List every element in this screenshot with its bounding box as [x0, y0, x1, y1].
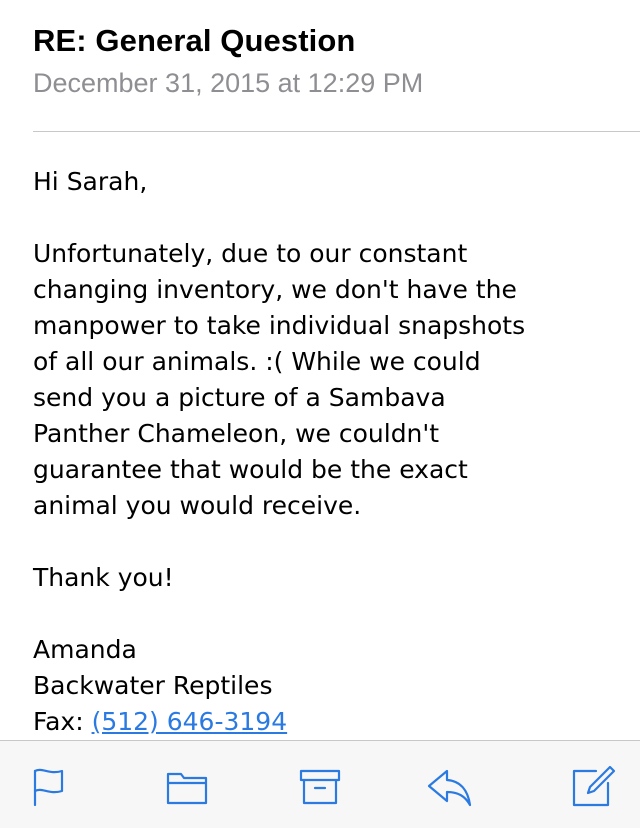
folder-icon — [166, 772, 208, 805]
compose-icon — [572, 765, 616, 807]
body-line: send you a picture of a Sambava — [33, 383, 446, 412]
email-header: RE: General Question December 31, 2015 a… — [33, 22, 613, 100]
email-subject: RE: General Question — [33, 23, 356, 58]
flag-icon — [33, 768, 64, 807]
body-line: of all our animals. :( While we could — [33, 347, 481, 376]
body-line: Unfortunately, due to our constant — [33, 239, 468, 268]
body-line: animal you would receive. — [33, 491, 362, 520]
flag-button[interactable] — [26, 763, 72, 809]
fax-phone-link[interactable]: (512) 646-3194 — [92, 707, 288, 736]
body-line: changing inventory, we don't have the — [33, 275, 517, 304]
reply-icon — [427, 769, 472, 807]
email-date: December 31, 2015 at 12:29 PM — [33, 68, 424, 98]
closing-line: Thank you! — [33, 563, 174, 592]
signature-fax: Fax: (512) 646-3194 — [33, 704, 623, 740]
bottom-toolbar — [0, 740, 640, 828]
archive-icon — [299, 769, 341, 805]
body-line: guarantee that would be the exact — [33, 455, 468, 484]
fax-label: Fax: — [33, 707, 92, 736]
move-to-folder-button[interactable] — [164, 763, 210, 809]
header-divider — [33, 131, 640, 132]
greeting-line: Hi Sarah, — [33, 167, 148, 196]
reply-button[interactable] — [426, 763, 472, 809]
body-line: Panther Chameleon, we couldn't — [33, 419, 440, 448]
email-body: Hi Sarah, Unfortunately, due to our cons… — [33, 164, 623, 740]
archive-button[interactable] — [297, 763, 343, 809]
body-line: manpower to take individual snapshots — [33, 311, 526, 340]
signature-name: Amanda — [33, 635, 137, 664]
compose-button[interactable] — [570, 763, 616, 809]
signature-company: Backwater Reptiles — [33, 671, 273, 700]
